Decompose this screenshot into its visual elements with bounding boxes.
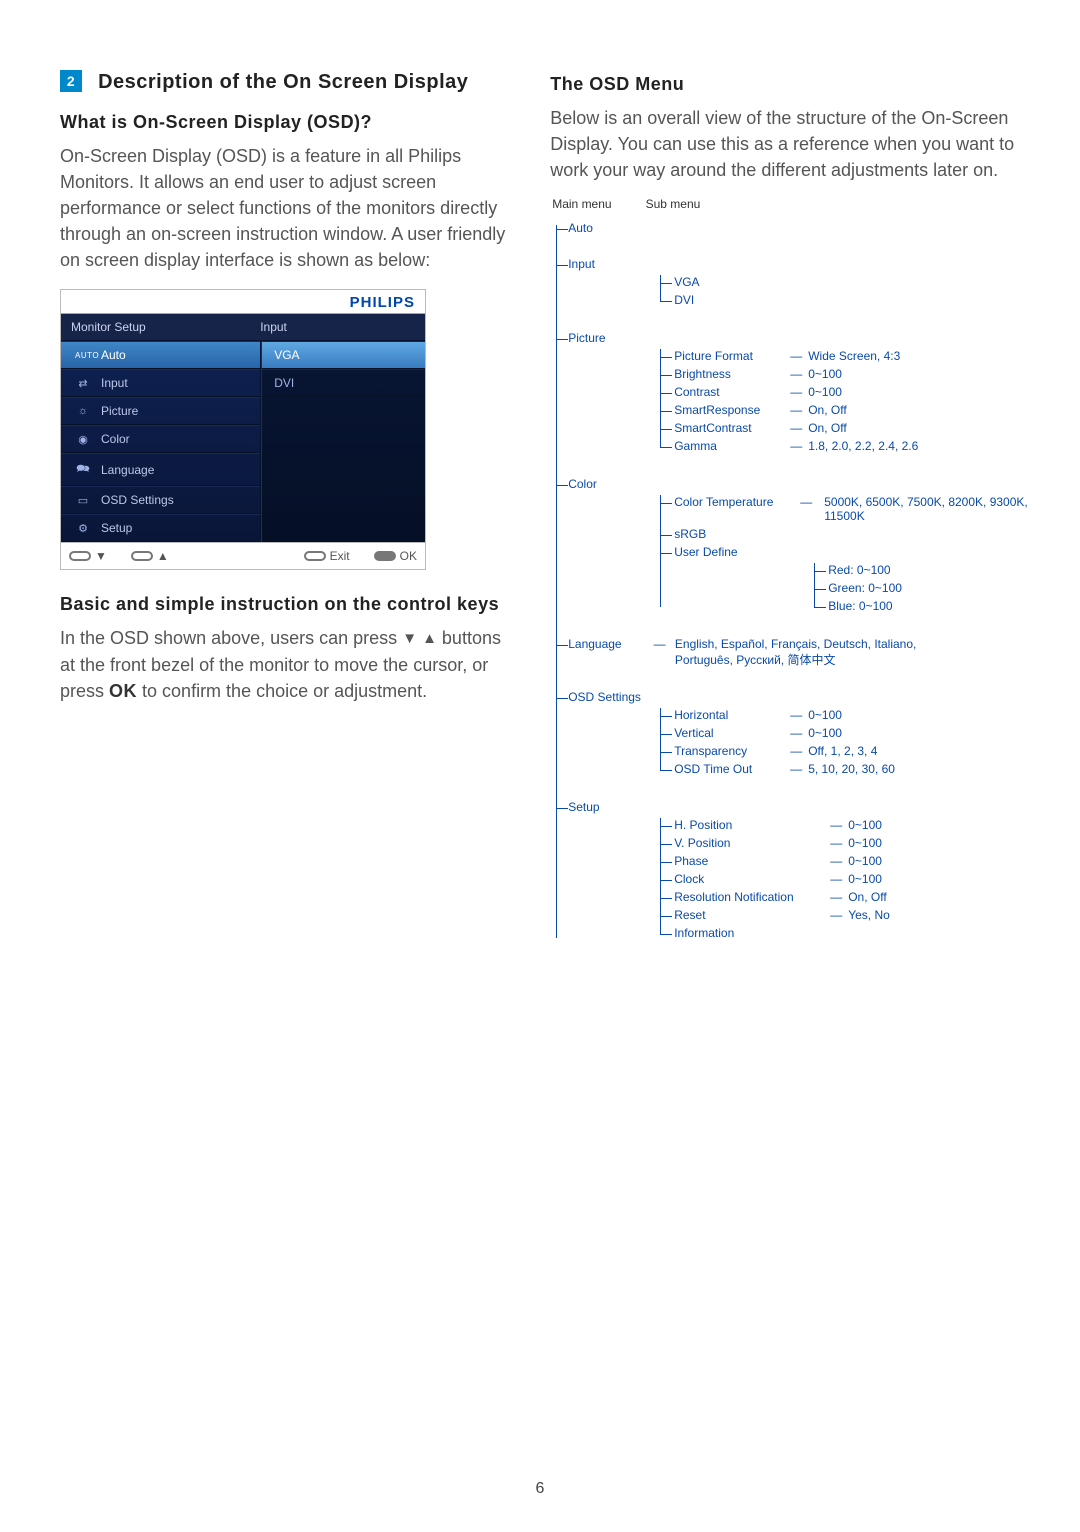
- tree-value: English, Español, Français, Deutsch, Ita…: [675, 637, 975, 668]
- tree-label: OSD Settings: [568, 690, 650, 704]
- tree-subitem: User Define: [674, 543, 1020, 561]
- down-button-hint: ▼: [69, 549, 107, 563]
- osd-option-vga[interactable]: VGA: [262, 341, 425, 369]
- tree-head-sub: Sub menu: [646, 197, 701, 211]
- philips-logo: PHILIPS: [350, 294, 415, 311]
- up-button-hint: ▲: [131, 549, 169, 563]
- osd-item-label: Input: [101, 376, 128, 390]
- tree-subitem: Contrast—0~100: [674, 383, 1020, 401]
- tree-node-setup: Setup H. Position—0~100 V. Position—0~10…: [568, 800, 1020, 942]
- down-arrow-icon: ▼: [402, 630, 417, 647]
- tree-subitem: DVI: [674, 291, 1020, 309]
- tree-subitem: Clock—0~100: [674, 870, 1020, 888]
- tree-subitem: Reset—Yes, No: [674, 906, 1020, 924]
- tree-node-osdsettings: OSD Settings Horizontal—0~100 Vertical—0…: [568, 690, 1020, 778]
- tree-subitem: Picture Format—Wide Screen, 4:3: [674, 347, 1020, 365]
- tree-subitem: V. Position—0~100: [674, 834, 1020, 852]
- whatis-paragraph: On-Screen Display (OSD) is a feature in …: [60, 143, 510, 273]
- tree-subitem: sRGB: [674, 525, 1020, 543]
- osd-item-input[interactable]: ⇄ Input: [61, 369, 260, 397]
- language-icon: 🗪: [75, 460, 91, 479]
- tree-node-picture: Picture Picture Format—Wide Screen, 4:3 …: [568, 331, 1020, 455]
- tree-subitem: VGA: [674, 273, 1020, 291]
- tree-label: Color: [568, 477, 650, 491]
- osd-item-setup[interactable]: ⚙ Setup: [61, 514, 260, 542]
- basic-heading: Basic and simple instruction on the cont…: [60, 594, 510, 615]
- osd-item-label: Auto: [101, 348, 126, 362]
- tree-subitem: Blue: 0~100: [828, 597, 1020, 615]
- tree-label: Language: [568, 637, 650, 651]
- osd-option-dvi[interactable]: DVI: [262, 369, 425, 397]
- tree-subitem: Resolution Notification—On, Off: [674, 888, 1020, 906]
- osdmenu-paragraph: Below is an overall view of the structur…: [550, 105, 1020, 183]
- tree-subitem: Color Temperature—5000K, 6500K, 7500K, 8…: [674, 493, 1020, 525]
- tree-subitem: Phase—0~100: [674, 852, 1020, 870]
- osd-item-label: OSD Settings: [101, 493, 174, 507]
- color-icon: ◉: [75, 433, 91, 446]
- tree-subitem: Gamma—1.8, 2.0, 2.2, 2.4, 2.6: [674, 437, 1020, 455]
- osdmenu-heading: The OSD Menu: [550, 74, 1020, 95]
- tree-subitem: Red: 0~100: [828, 561, 1020, 579]
- osd-item-label: Color: [101, 432, 130, 446]
- whatis-heading: What is On-Screen Display (OSD)?: [60, 112, 510, 133]
- tree-subitem: SmartResponse—On, Off: [674, 401, 1020, 419]
- tree-subitem: OSD Time Out—5, 10, 20, 30, 60: [674, 760, 1020, 778]
- page-number: 6: [536, 1480, 545, 1498]
- osd-item-picture[interactable]: ☼ Picture: [61, 397, 260, 425]
- basic-paragraph: In the OSD shown above, users can press …: [60, 625, 510, 703]
- ok-button-hint: OK: [374, 549, 417, 563]
- menu-tree: Main menu Sub menu Auto Input VGA DVI: [550, 197, 1020, 942]
- tree-label: Input: [568, 257, 650, 271]
- osd-logo-bar: PHILIPS: [61, 290, 425, 313]
- tree-subitem: SmartContrast—On, Off: [674, 419, 1020, 437]
- osd-item-auto[interactable]: AUTO Auto: [61, 341, 260, 369]
- tree-subitem: Horizontal—0~100: [674, 706, 1020, 724]
- input-icon: ⇄: [75, 377, 91, 390]
- setup-icon: ⚙: [75, 522, 91, 535]
- tree-node-language: Language — English, Español, Français, D…: [568, 637, 1020, 668]
- tree-label: Picture: [568, 331, 650, 345]
- tree-column-headers: Main menu Sub menu: [552, 197, 1020, 211]
- osd-right-panel: VGA DVI: [261, 341, 425, 542]
- up-arrow-icon: ▲: [422, 630, 437, 647]
- osd-bottom-bar: ▼ ▲ Exit OK: [61, 542, 425, 569]
- osd-header-left: Monitor Setup: [71, 320, 260, 334]
- tree-subitem: Vertical—0~100: [674, 724, 1020, 742]
- tree-label: Auto: [568, 221, 650, 235]
- osd-item-language[interactable]: 🗪 Language: [61, 453, 260, 486]
- exit-button-hint: Exit: [304, 549, 350, 563]
- tree-node-auto: Auto: [568, 221, 1020, 235]
- tree-subitem: H. Position—0~100: [674, 816, 1020, 834]
- picture-icon: ☼: [75, 405, 91, 417]
- tree-subitem: Transparency—Off, 1, 2, 3, 4: [674, 742, 1020, 760]
- osd-item-label: Language: [101, 463, 154, 477]
- tree-subitem: Brightness—0~100: [674, 365, 1020, 383]
- osd-header-right: Input: [260, 320, 415, 334]
- section-title-text: Description of the On Screen Display: [98, 71, 468, 93]
- osd-column-header: Monitor Setup Input: [61, 313, 425, 341]
- osd-left-panel: AUTO Auto ⇄ Input ☼ Picture ◉ Color: [61, 341, 261, 542]
- osd-item-label: Setup: [101, 521, 132, 535]
- section-heading: 2 Description of the On Screen Display: [60, 70, 510, 94]
- tree-label: Setup: [568, 800, 650, 814]
- osd-item-osdsettings[interactable]: ▭ OSD Settings: [61, 486, 260, 514]
- auto-icon: AUTO: [75, 351, 91, 360]
- tree-node-color: Color Color Temperature—5000K, 6500K, 75…: [568, 477, 1020, 615]
- tree-node-input: Input VGA DVI: [568, 257, 1020, 309]
- tree-head-main: Main menu: [552, 197, 611, 211]
- osd-item-label: Picture: [101, 404, 138, 418]
- osd-settings-icon: ▭: [75, 494, 91, 507]
- tree-subitem: Information: [674, 924, 1020, 942]
- tree-subitem: Green: 0~100: [828, 579, 1020, 597]
- osd-screenshot: PHILIPS Monitor Setup Input AUTO Auto ⇄ …: [60, 289, 426, 570]
- osd-item-color[interactable]: ◉ Color: [61, 425, 260, 453]
- section-number-badge: 2: [60, 70, 82, 92]
- ok-key-label: OK: [109, 681, 137, 701]
